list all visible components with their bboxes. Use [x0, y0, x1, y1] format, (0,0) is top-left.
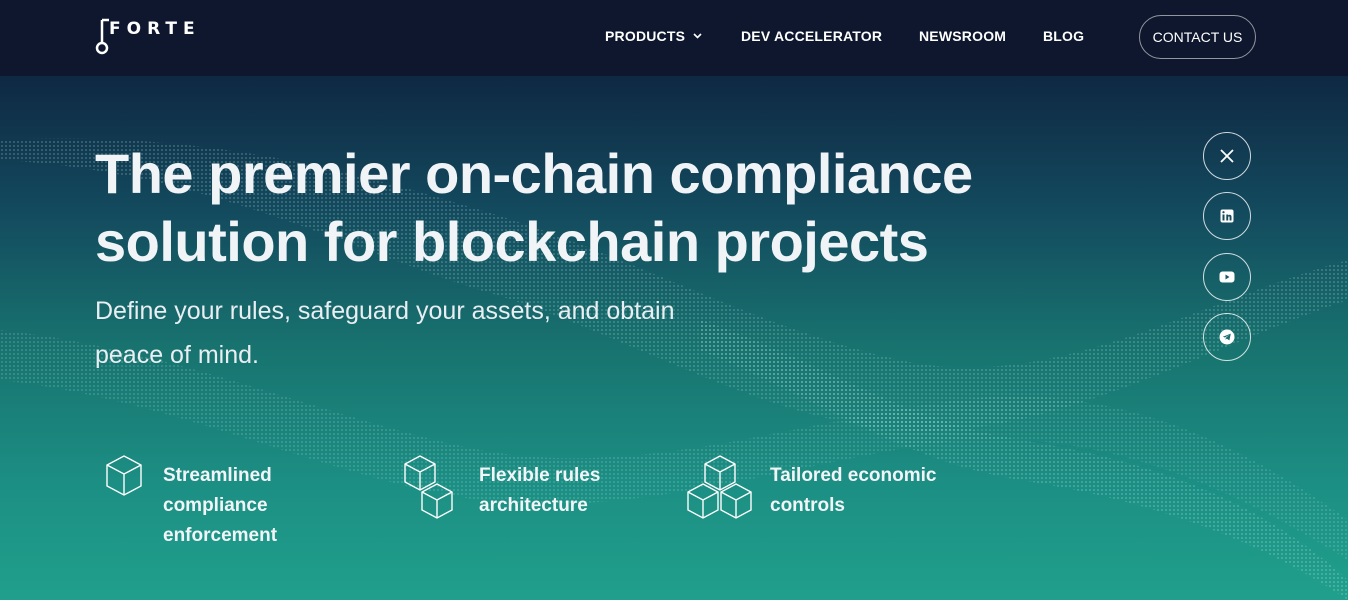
feature-line: compliance [163, 495, 268, 516]
contact-us-button[interactable]: CONTACT US [1139, 15, 1256, 59]
feature-text: Flexible rules architecture [479, 461, 699, 521]
two-cubes-icon [404, 455, 453, 519]
x-icon [1220, 149, 1234, 163]
youtube-icon [1219, 271, 1235, 283]
nav-dev-accelerator[interactable]: DEV ACCELERATOR [741, 28, 882, 44]
hero-title: The premier on-chain compliance solution… [95, 140, 1015, 276]
social-x-button[interactable] [1203, 132, 1251, 180]
hero-subtitle-line-2: peace of mind. [95, 341, 259, 369]
hero-title-line-2: solution for blockchain projects [95, 210, 929, 273]
chevron-down-icon [693, 33, 702, 39]
nav-newsroom[interactable]: NEWSROOM [919, 28, 1006, 44]
social-telegram-button[interactable] [1203, 313, 1251, 361]
feature-line: architecture [479, 495, 588, 516]
nav-blog[interactable]: BLOG [1043, 28, 1084, 44]
three-cubes-icon [687, 455, 752, 519]
social-linkedin-button[interactable] [1203, 192, 1251, 240]
feature-line: Tailored economic [770, 465, 937, 486]
feature-text: Tailored economic controls [770, 461, 1010, 521]
social-youtube-button[interactable] [1203, 253, 1251, 301]
feature-line: enforcement [163, 525, 278, 546]
linkedin-icon [1220, 209, 1234, 223]
feature-text: Streamlined compliance enforcement [163, 461, 383, 551]
nav-products[interactable]: PRODUCTS [605, 28, 702, 44]
single-cube-icon [106, 455, 142, 496]
feature-line: Flexible rules [479, 465, 601, 486]
hero-subtitle: Define your rules, safeguard your assets… [95, 289, 795, 377]
hero-title-line-1: The premier on-chain compliance [95, 142, 973, 205]
feature-line: Streamlined [163, 465, 272, 486]
telegram-icon [1219, 329, 1235, 345]
feature-line: controls [770, 495, 845, 516]
nav-products-label: PRODUCTS [605, 28, 686, 44]
hero-subtitle-line-1: Define your rules, safeguard your assets… [95, 297, 675, 325]
site-header: FORTE PRODUCTS DEV ACCELERATOR NEWSROOM … [0, 0, 1348, 76]
